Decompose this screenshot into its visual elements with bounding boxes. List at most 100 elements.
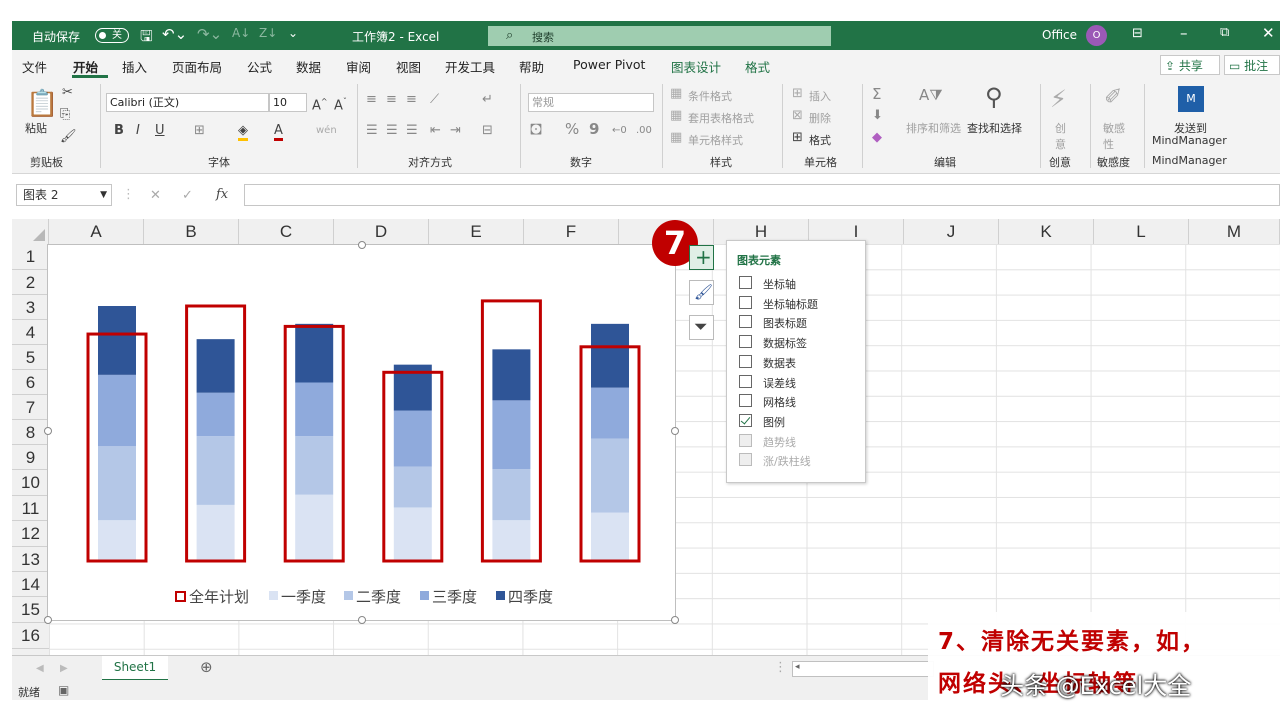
tab-data[interactable]: 数据: [296, 57, 321, 76]
row-header[interactable]: 16: [12, 623, 49, 649]
tab-format[interactable]: 格式: [745, 57, 770, 76]
chart-area[interactable]: 全年计划 一季度 二季度 三季度 四季度: [44, 241, 679, 624]
bar-2[interactable]: [196, 436, 235, 505]
orientation-icon[interactable]: ⟋: [430, 93, 439, 107]
row-header[interactable]: 1: [12, 244, 49, 270]
insert-function-icon[interactable]: fx: [216, 188, 228, 202]
delete-cells-icon[interactable]: ⊠: [792, 109, 803, 123]
tab-review[interactable]: 审阅: [346, 57, 371, 76]
checkbox[interactable]: [739, 394, 752, 408]
bar-4[interactable]: [591, 323, 629, 388]
column-header[interactable]: B: [144, 219, 239, 244]
bar-2[interactable]: [98, 446, 136, 521]
office-account-label[interactable]: Office: [1042, 28, 1077, 42]
bar-2[interactable]: [492, 469, 531, 521]
percent-button[interactable]: %: [565, 122, 579, 137]
bar-1[interactable]: [295, 494, 334, 561]
align-middle-icon[interactable]: ≡: [386, 93, 397, 107]
save-icon[interactable]: 🖫: [140, 26, 153, 51]
formula-input[interactable]: [244, 184, 1280, 206]
tab-insert[interactable]: 插入: [122, 57, 147, 76]
chart-styles-button[interactable]: 🖌: [689, 280, 714, 305]
column-header[interactable]: F: [524, 219, 619, 244]
comma-button[interactable]: 9: [589, 122, 599, 137]
row-header[interactable]: 2: [12, 270, 49, 295]
tab-file[interactable]: 文件: [22, 57, 47, 76]
cond-format-button[interactable]: 条件格式: [688, 88, 732, 104]
tab-developer[interactable]: 开发工具: [445, 57, 495, 76]
close-icon[interactable]: ✕: [1262, 24, 1275, 42]
ideas-button[interactable]: 创意: [1055, 120, 1067, 152]
row-header[interactable]: 5: [12, 345, 49, 370]
checkbox[interactable]: [739, 295, 752, 309]
row-header[interactable]: 12: [12, 521, 49, 547]
column-header[interactable]: K: [999, 219, 1094, 244]
add-sheet-icon[interactable]: ⊕: [200, 660, 213, 675]
chart-filters-button[interactable]: ⏷: [689, 315, 714, 340]
column-header[interactable]: M: [1189, 219, 1280, 244]
bar-2[interactable]: [591, 438, 629, 513]
minimize-icon[interactable]: –: [1180, 24, 1188, 42]
border-icon[interactable]: ⊞: [194, 124, 205, 138]
avatar[interactable]: O: [1086, 25, 1107, 46]
row-header[interactable]: 11: [12, 496, 49, 521]
bar-1[interactable]: [591, 512, 629, 561]
name-box[interactable]: 图表 2 ▼: [16, 184, 112, 206]
sensitivity-icon[interactable]: ✐: [1104, 86, 1122, 110]
table-format-icon[interactable]: ▦: [670, 109, 682, 123]
customize-qat-icon[interactable]: ⌄: [288, 26, 298, 40]
resize-handle[interactable]: [44, 427, 52, 435]
tab-home[interactable]: 开始: [73, 57, 98, 76]
bar-2[interactable]: [393, 466, 432, 508]
find-select-button[interactable]: 查找和选择: [967, 120, 1022, 136]
bar-1[interactable]: [393, 507, 432, 561]
cell-style-button[interactable]: 单元格样式: [688, 132, 743, 148]
prev-sheet-icon[interactable]: ◀: [36, 662, 44, 676]
sort-filter-button[interactable]: 排序和筛选: [906, 120, 961, 136]
column-header[interactable]: C: [239, 219, 334, 244]
autosave-toggle[interactable]: 关: [95, 28, 129, 43]
bar-4[interactable]: [98, 306, 136, 375]
increase-decimal-icon[interactable]: ←0: [612, 124, 627, 138]
indent-decrease-icon[interactable]: ⇤: [430, 124, 441, 138]
scroll-left-icon[interactable]: ◂: [795, 662, 800, 672]
restore-icon[interactable]: ⧉: [1220, 25, 1229, 40]
tab-help[interactable]: 帮助: [519, 57, 544, 76]
enter-icon[interactable]: ✓: [182, 189, 193, 203]
row-header[interactable]: 6: [12, 370, 49, 395]
legend-item[interactable]: 一季度: [281, 586, 326, 607]
bar-3[interactable]: [295, 382, 334, 437]
search-box[interactable]: ⌕ 搜索: [488, 26, 831, 46]
column-header[interactable]: L: [1094, 219, 1189, 244]
resize-handle[interactable]: [671, 616, 679, 624]
decrease-font-icon[interactable]: Aˇ: [334, 95, 347, 113]
checkbox[interactable]: [739, 354, 752, 368]
bar-3[interactable]: [591, 387, 629, 439]
indent-increase-icon[interactable]: ⇥: [450, 124, 461, 138]
resize-handle[interactable]: [358, 616, 366, 624]
sensitivity-button[interactable]: 敏感性: [1103, 120, 1129, 152]
row-header[interactable]: 7: [12, 395, 49, 420]
row-header[interactable]: 3: [12, 295, 49, 320]
ribbon-display-icon[interactable]: ⊟: [1132, 26, 1143, 41]
insert-cells-icon[interactable]: ⊞: [792, 87, 803, 101]
wrap-text-icon[interactable]: ↵: [482, 93, 493, 107]
bar-1[interactable]: [492, 520, 531, 561]
delete-cells-button[interactable]: 删除: [809, 110, 831, 126]
row-header[interactable]: 9: [12, 445, 49, 470]
chart-elements-button[interactable]: +: [689, 245, 714, 270]
bar-4[interactable]: [295, 323, 334, 383]
ideas-icon[interactable]: ⚡: [1050, 86, 1067, 112]
undo-icon[interactable]: ↶⌄: [162, 25, 187, 43]
scroll-split-icon[interactable]: ⋮: [774, 661, 787, 675]
comments-button[interactable]: ▭ 批注: [1224, 55, 1280, 75]
align-left-icon[interactable]: ☰: [366, 124, 378, 138]
row-header[interactable]: 4: [12, 320, 49, 345]
clear-icon[interactable]: ◆: [872, 131, 882, 145]
bar-3[interactable]: [492, 400, 531, 470]
cut-icon[interactable]: ✂: [62, 86, 73, 100]
checkbox[interactable]: [739, 276, 752, 289]
cond-format-icon[interactable]: ▦: [670, 87, 682, 101]
format-cells-button[interactable]: 格式: [809, 132, 831, 148]
checkbox[interactable]: [739, 413, 752, 427]
